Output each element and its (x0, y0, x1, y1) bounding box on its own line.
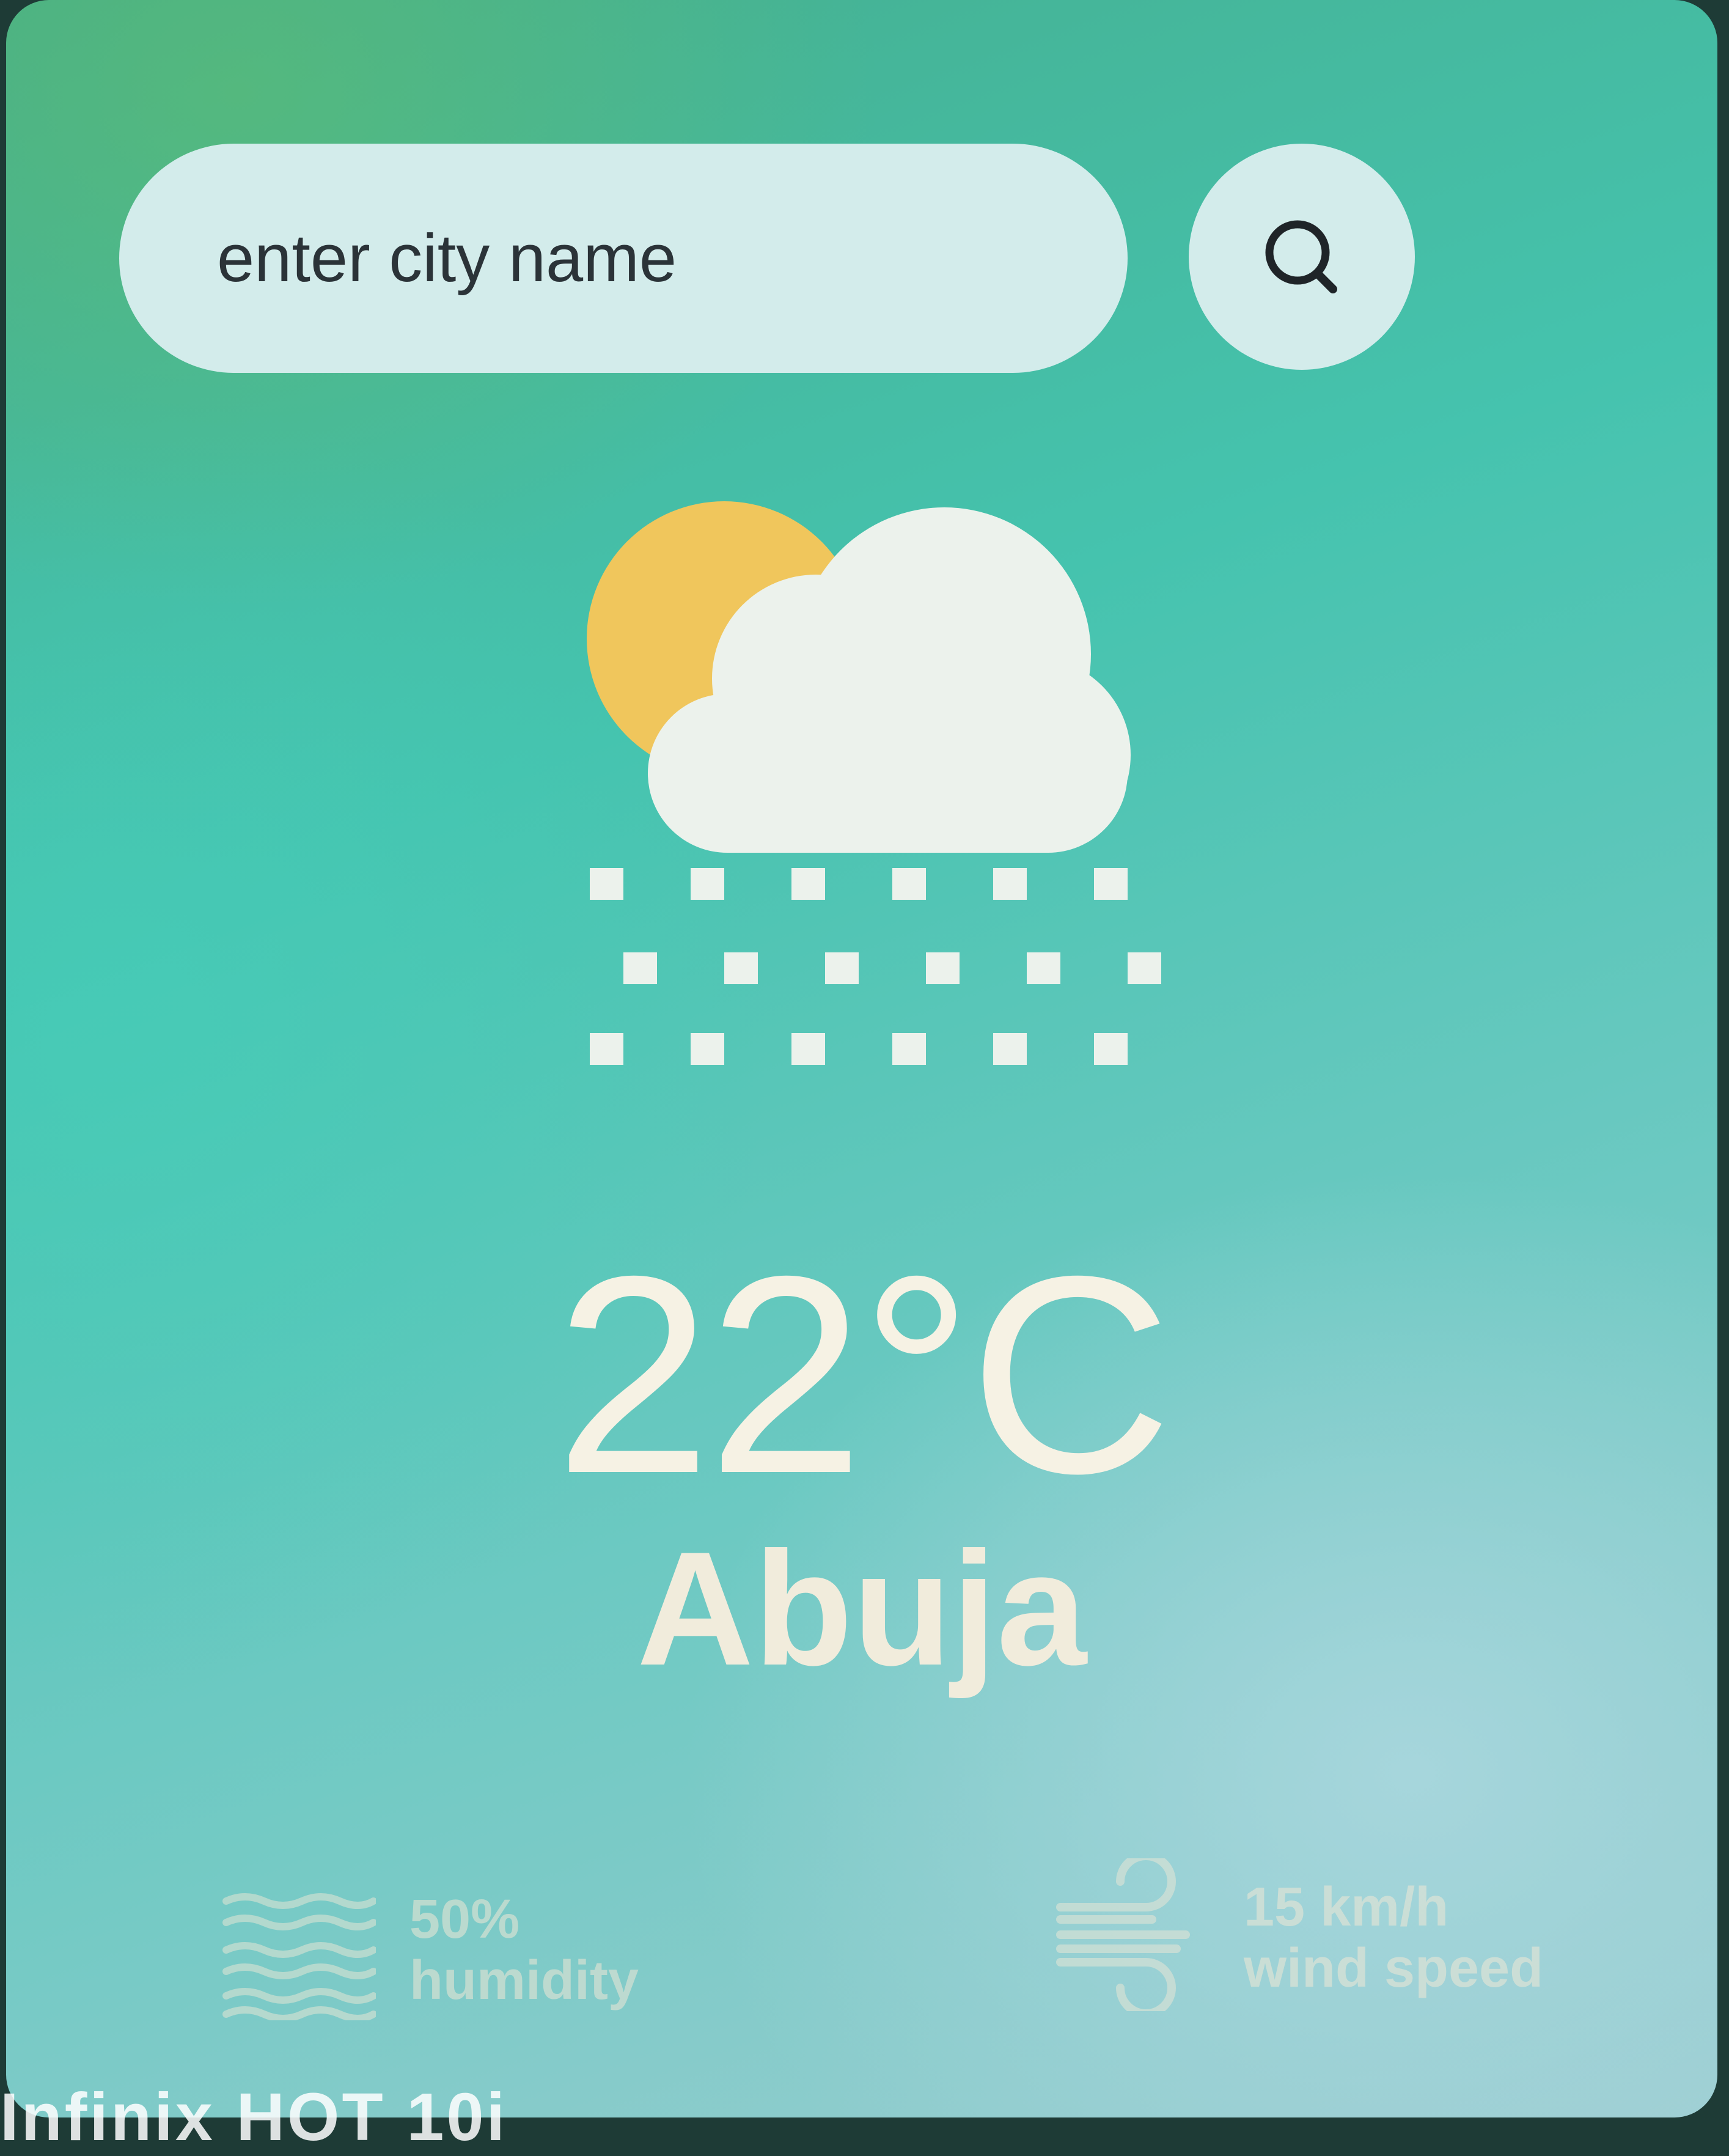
snowflake (993, 868, 1027, 900)
search-input[interactable] (119, 144, 1128, 373)
snowflake (1094, 868, 1128, 900)
wind-value: 15 km/h (1244, 1877, 1449, 1938)
snowflake (724, 952, 758, 984)
wind-icon (1056, 1858, 1190, 2011)
wind-label: wind speed (1244, 1938, 1544, 1999)
snowflake (892, 868, 926, 900)
weather-card: 22°C Abuja 50% humidity 15 km/h wind spe… (6, 0, 1717, 2117)
temperature: 22°C (555, 1218, 1172, 1532)
humidity-waves-icon (222, 1893, 376, 2020)
city-name: Abuja (636, 1518, 1087, 1699)
partly-cloudy-snow-icon (587, 501, 1161, 1065)
snowflake (892, 1033, 926, 1065)
snowflake (1027, 952, 1060, 984)
snowflake (691, 1033, 724, 1065)
snowflake (791, 1033, 825, 1065)
snowflake (590, 1033, 623, 1065)
humidity-label: humidity (409, 1950, 639, 2011)
snowflake (1128, 952, 1161, 984)
snow-flakes (590, 868, 1161, 1065)
search-button[interactable] (1189, 144, 1415, 370)
snowflake (623, 952, 657, 984)
snowflake (791, 868, 825, 900)
snowflake (590, 868, 623, 900)
humidity-value: 50% (409, 1889, 520, 1950)
snowflake (691, 868, 724, 900)
snowflake (993, 1033, 1027, 1065)
search-icon (1265, 220, 1337, 293)
snowflake (825, 952, 859, 984)
snowflake (926, 952, 960, 984)
snowflake (1094, 1033, 1128, 1065)
